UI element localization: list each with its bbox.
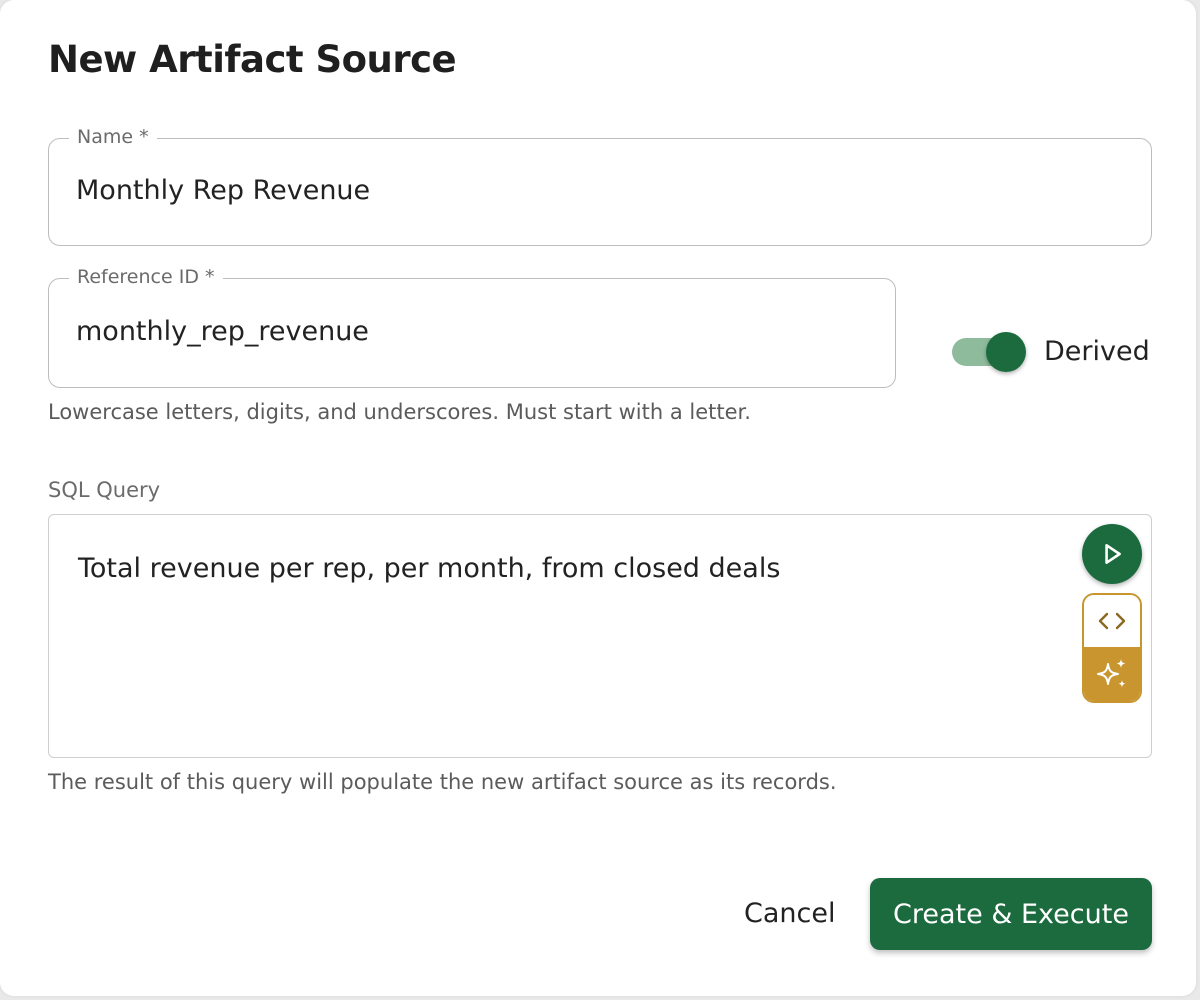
reference-id-helper-text: Lowercase letters, digits, and underscor… — [48, 400, 751, 424]
name-input[interactable]: Monthly Rep Revenue — [76, 136, 370, 245]
cancel-button[interactable]: Cancel — [730, 888, 849, 939]
run-query-button[interactable] — [1082, 524, 1142, 584]
reference-id-field[interactable]: Reference ID * monthly_rep_revenue — [48, 264, 896, 388]
create-and-execute-button[interactable]: Create & Execute — [870, 878, 1152, 950]
play-icon — [1105, 544, 1121, 564]
sql-query-editor[interactable]: Total revenue per rep, per month, from c… — [48, 514, 1152, 758]
derived-toggle-label[interactable]: Derived — [1044, 336, 1150, 367]
name-field[interactable]: Name * Monthly Rep Revenue — [48, 124, 1152, 246]
query-mode-switch[interactable] — [1082, 593, 1142, 703]
sql-query-text[interactable]: Total revenue per rep, per month, from c… — [78, 553, 780, 584]
ai-assist-button[interactable] — [1084, 647, 1140, 701]
derived-toggle-switch[interactable] — [952, 331, 1026, 372]
code-icon — [1098, 612, 1126, 630]
derived-toggle[interactable]: Derived — [952, 331, 1150, 372]
reference-id-input[interactable]: monthly_rep_revenue — [76, 276, 369, 387]
dialog-title: New Artifact Source — [48, 38, 457, 81]
derived-toggle-knob[interactable] — [986, 331, 1026, 372]
sparkles-icon — [1097, 659, 1126, 688]
sql-query-helper-text: The result of this query will populate t… — [48, 770, 837, 794]
new-artifact-source-dialog: New Artifact Source Name * Monthly Rep R… — [0, 0, 1196, 996]
code-mode-button[interactable] — [1084, 595, 1140, 647]
sql-query-label: SQL Query — [48, 478, 161, 502]
